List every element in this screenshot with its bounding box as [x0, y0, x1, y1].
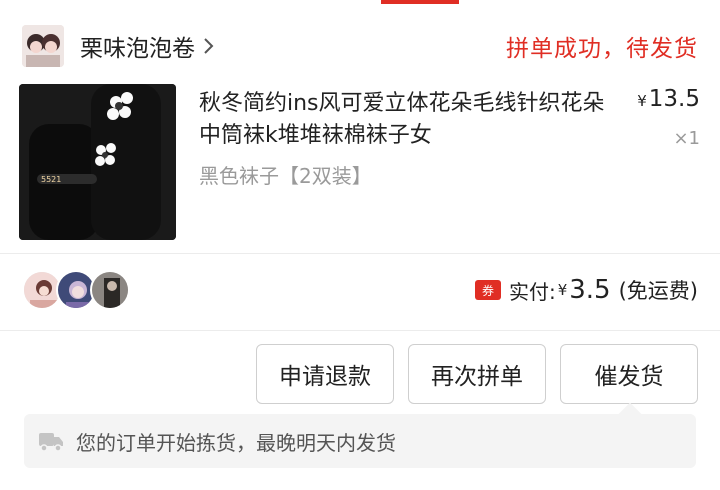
product-item[interactable]: 5521 秋冬简约ins风可爱立体花朵毛线针织花朵中筒袜k堆堆袜棉袜子女 黑色袜… [19, 84, 700, 240]
shop-avatar[interactable] [22, 25, 64, 67]
rebuy-group-button[interactable]: 再次拼单 [408, 344, 546, 404]
product-title[interactable]: 秋冬简约ins风可爱立体花朵毛线针织花朵中筒袜k堆堆袜棉袜子女 [199, 88, 619, 152]
divider [0, 253, 720, 254]
currency-symbol: ¥ [557, 281, 568, 299]
product-thumbnail[interactable]: 5521 [19, 84, 176, 240]
product-quantity: ×1 [673, 128, 700, 149]
order-status: 拼单成功，待发货 [506, 36, 698, 62]
chevron-right-icon[interactable] [203, 36, 217, 56]
coupon-badge: 券 [474, 280, 501, 300]
shop-header: 栗味泡泡卷 拼单成功，待发货 [22, 24, 698, 68]
paid-label: 实付: [508, 279, 556, 304]
product-spec: 黑色袜子【2双装】 [199, 164, 372, 188]
truck-icon [38, 430, 64, 452]
order-actions: 申请退款 再次拼单 催发货 [256, 344, 698, 404]
shipping-notice[interactable]: 您的订单开始拣货，最晚明天内发货 [24, 402, 696, 468]
product-price: ¥13.5 [637, 86, 700, 112]
member-avatar[interactable] [90, 270, 130, 310]
shop-name[interactable]: 栗味泡泡卷 [80, 29, 195, 63]
price-value: 13.5 [648, 86, 700, 112]
divider [0, 330, 720, 331]
active-tab-indicator [381, 0, 459, 4]
currency-symbol: ¥ [637, 92, 647, 110]
paid-summary: 券 实付: ¥ 3.5 (免运费) [474, 275, 698, 305]
group-member-avatars[interactable] [22, 270, 130, 310]
notice-pointer [618, 402, 642, 426]
paid-amount: 3.5 [569, 275, 611, 305]
request-refund-button[interactable]: 申请退款 [256, 344, 394, 404]
group-row: 券 实付: ¥ 3.5 (免运费) [22, 266, 698, 314]
shipping-note: (免运费) [618, 279, 698, 303]
notice-text: 您的订单开始拣货，最晚明天内发货 [76, 430, 396, 455]
thumb-watermark: 5521 [41, 175, 61, 184]
urge-shipping-button[interactable]: 催发货 [560, 344, 698, 404]
